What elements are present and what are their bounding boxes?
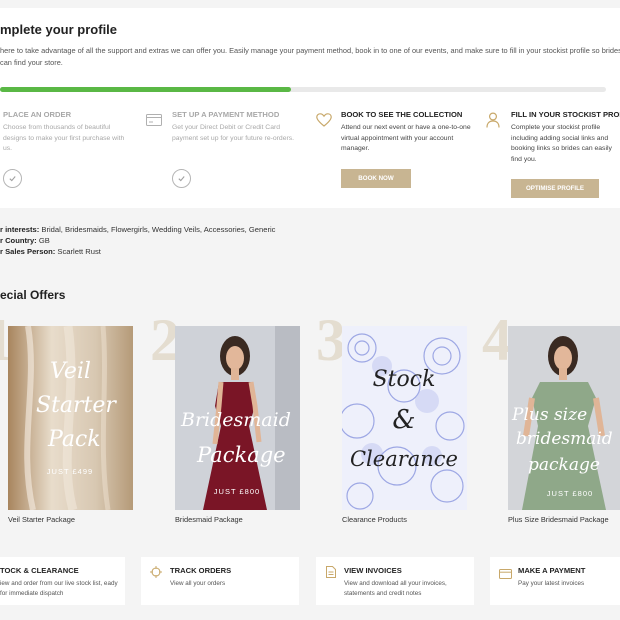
card-description: View all your orders [170, 580, 226, 587]
profile-progress-bar [0, 87, 606, 92]
step-description: Complete your stockist profile including… [511, 124, 612, 163]
optimise-profile-button[interactable]: OPTIMISE PROFILE [511, 179, 599, 198]
view-invoices-card[interactable]: VIEW INVOICES View and download all your… [316, 557, 474, 605]
offer-image-bridesmaid[interactable]: Bridesmaid Package JUST £800 [175, 326, 300, 510]
account-country-row: r Country: GB [0, 235, 275, 246]
offer-price: JUST £499 [47, 467, 93, 476]
step-book-collection: BOOK TO SEE THE COLLECTION Attend our ne… [341, 110, 481, 155]
offer-script-line: Bridesmaid [180, 409, 291, 431]
step-title: FILL IN YOUR STOCKIST PROFILE [511, 110, 620, 119]
profile-progress-fill [0, 87, 291, 92]
offer-script-line: Plus size [511, 405, 587, 425]
card-description: View and download all your invoices, sta… [344, 580, 447, 597]
step-title: SET UP A PAYMENT METHOD [172, 110, 280, 119]
profile-completion-card [0, 8, 620, 208]
offer-image-clearance[interactable]: Stock & Clearance [342, 326, 467, 510]
heart-icon [316, 113, 332, 132]
offer-label[interactable]: Plus Size Bridesmaid Package [508, 515, 609, 524]
make-payment-card[interactable]: MAKE A PAYMENT Pay your latest invoices [490, 557, 620, 605]
step-completed-check-icon [3, 169, 22, 188]
offer-image-veil[interactable]: Veil Starter Pack JUST £499 [8, 326, 133, 510]
offer-script-line: Package [196, 443, 286, 467]
offer-script-line: & [392, 405, 415, 435]
country-value: GB [38, 236, 50, 245]
offer-script-line: Clearance [350, 447, 458, 471]
step-description: Get your Direct Debit or Credit Card pay… [172, 124, 295, 142]
step-stockist-profile: FILL IN YOUR STOCKIST PROFILE Complete y… [511, 110, 620, 165]
offer-price: JUST £800 [214, 487, 260, 496]
card-title: VIEW INVOICES [344, 566, 402, 575]
sales-person-value: Scarlett Rust [57, 247, 101, 256]
step-payment-method: SET UP A PAYMENT METHOD Get your Direct … [172, 110, 312, 144]
account-interests-row: r interests: Bridal, Bridesmaids, Flower… [0, 224, 275, 235]
track-orders-card[interactable]: TRACK ORDERS View all your orders [141, 557, 299, 605]
book-now-button[interactable]: BOOK NOW [341, 169, 411, 188]
offer-price: JUST £800 [547, 489, 593, 498]
offer-label[interactable]: Clearance Products [342, 515, 407, 524]
profile-description: here to take advantage of all the suppor… [0, 46, 620, 67]
card-description: Pay your latest invoices [518, 580, 585, 587]
offer-script-line: Pack [47, 427, 101, 452]
account-sales-row: r Sales Person: Scarlett Rust [0, 246, 275, 257]
credit-card-icon [499, 566, 512, 584]
document-icon [326, 565, 336, 583]
step-description: Attend our next event or have a one-to-o… [341, 124, 471, 152]
stock-clearance-card[interactable]: TOCK & CLEARANCE iew and order from our … [0, 557, 125, 605]
offer-image-plus-size[interactable]: Plus size bridesmaid package JUST £800 [508, 326, 620, 510]
offer-script-line: Starter [36, 393, 117, 418]
offer-label[interactable]: Bridesmaid Package [175, 515, 243, 524]
offer-script-line: bridesmaid [516, 429, 613, 449]
account-details: r interests: Bridal, Bridesmaids, Flower… [0, 224, 275, 257]
interests-label: r interests: [0, 225, 40, 234]
card-description: iew and order from our live stock list, … [0, 580, 118, 597]
card-title: TOCK & CLEARANCE [0, 566, 79, 575]
card-title: MAKE A PAYMENT [518, 566, 586, 575]
step-place-order: PLACE AN ORDER Choose from thousands of … [3, 110, 143, 155]
interests-value: Bridal, Bridesmaids, Flowergirls, Weddin… [41, 225, 276, 234]
step-title: PLACE AN ORDER [3, 110, 72, 119]
offer-label[interactable]: Veil Starter Package [8, 515, 75, 524]
step-description: Choose from thousands of beautiful desig… [3, 124, 125, 152]
profile-title: mplete your profile [0, 22, 118, 37]
card-title: TRACK ORDERS [170, 566, 232, 575]
card-icon [146, 113, 162, 131]
step-completed-check-icon [172, 169, 191, 188]
sales-person-label: r Sales Person: [0, 247, 56, 256]
user-icon [486, 112, 500, 133]
crosshair-icon [150, 565, 162, 583]
step-title: BOOK TO SEE THE COLLECTION [341, 110, 463, 119]
offer-script-line: Veil [50, 359, 91, 384]
country-label: r Country: [0, 236, 37, 245]
special-offers-heading: ecial Offers [0, 288, 66, 302]
offer-script-line: package [528, 455, 600, 475]
offer-script-line: Stock [373, 367, 436, 392]
